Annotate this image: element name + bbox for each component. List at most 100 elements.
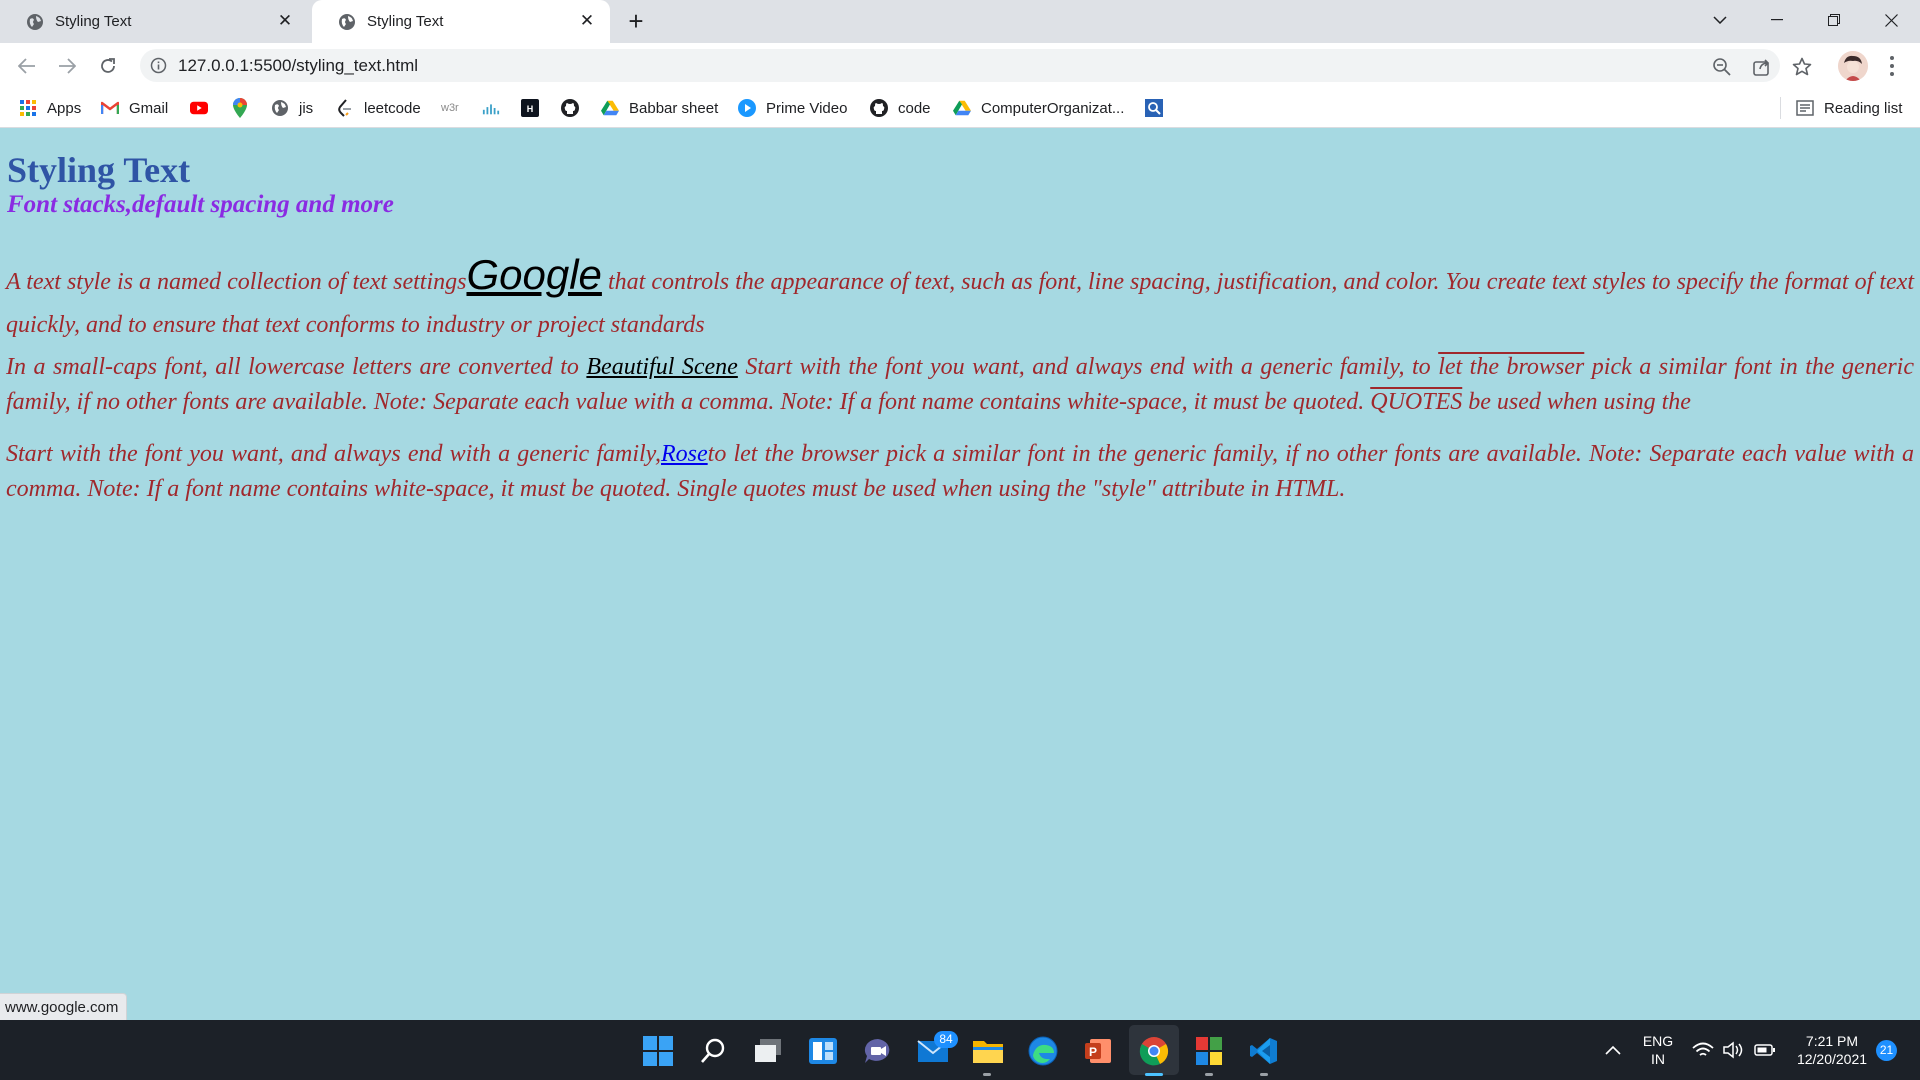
powerpoint-icon[interactable]: P — [1081, 1034, 1115, 1068]
clock-time: 7:21 PM — [1805, 1033, 1859, 1049]
bookmark-label: Babbar sheet — [629, 99, 719, 117]
vscode-icon[interactable] — [1247, 1034, 1281, 1068]
bookmarks-bar: Apps Gmail jis leetcode w3r H Babbar she… — [0, 88, 1920, 128]
paragraph-1: A text style is a named collection of te… — [6, 253, 1914, 347]
gmail-icon — [101, 99, 119, 117]
profile-avatar[interactable] — [1838, 51, 1868, 81]
google-link[interactable]: Google — [466, 251, 601, 298]
restore-button[interactable] — [1806, 0, 1862, 40]
bookmark-code[interactable]: code — [870, 96, 931, 120]
quotes-text: QUOTES — [1370, 389, 1463, 415]
reading-list-icon — [1796, 99, 1814, 117]
office-apps-icon[interactable] — [1192, 1034, 1226, 1068]
bookmark-search[interactable] — [1145, 96, 1173, 120]
back-arrow-icon[interactable] — [12, 51, 42, 81]
paragraph-text: In a small-caps font, all lowercase lett… — [6, 354, 587, 380]
link-status-bubble: www.google.com — [0, 993, 128, 1022]
paragraph-2: In a small-caps font, all lowercase lett… — [6, 350, 1914, 420]
site-info-icon[interactable] — [150, 57, 167, 74]
minimize-button[interactable] — [1749, 0, 1805, 40]
url-text: 127.0.0.1:5500/styling_text.html — [178, 56, 419, 75]
apps-grid-icon — [19, 99, 37, 117]
search-icon[interactable] — [696, 1034, 730, 1068]
close-tab-icon[interactable]: ✕ — [276, 11, 294, 30]
bookmark-gmail[interactable]: Gmail — [101, 96, 168, 120]
address-bar[interactable]: 127.0.0.1:5500/styling_text.html — [140, 49, 1812, 82]
prime-video-icon — [738, 99, 756, 117]
maps-pin-icon — [231, 98, 249, 118]
teams-chat-icon[interactable] — [861, 1034, 895, 1068]
close-tab-icon[interactable]: ✕ — [578, 11, 596, 30]
more-options-icon[interactable] — [1885, 53, 1899, 79]
tab-styling-text-1[interactable]: Styling Text ✕ — [0, 0, 308, 43]
bookmark-youtube[interactable] — [190, 96, 218, 120]
paragraph-text: A text style is a named collection of te… — [6, 269, 467, 295]
browser-toolbar: 127.0.0.1:5500/styling_text.html — [0, 43, 1920, 88]
bookmark-github[interactable] — [561, 96, 589, 120]
beautiful-scene-link[interactable]: Beautiful Scene — [586, 354, 737, 380]
bookmark-label: jis — [299, 99, 314, 117]
bookmark-maps[interactable] — [231, 96, 259, 120]
widgets-icon[interactable] — [806, 1034, 840, 1068]
mail-unread-badge: 84 — [934, 1031, 958, 1048]
volume-icon[interactable] — [1719, 1035, 1749, 1065]
show-hidden-icons-chevron-icon[interactable] — [1598, 1035, 1628, 1065]
clock-date: 12/20/2021 — [1796, 1051, 1868, 1067]
hackerrank-icon: H — [521, 99, 539, 117]
svg-text:H: H — [527, 104, 534, 114]
bookmark-computer-organization[interactable]: ComputerOrganizat... — [953, 96, 1124, 120]
wifi-icon[interactable] — [1688, 1035, 1718, 1065]
notification-count-badge[interactable]: 21 — [1876, 1040, 1897, 1061]
bookmark-jis[interactable]: jis — [271, 96, 313, 120]
reading-list-label: Reading list — [1824, 99, 1903, 117]
bookmark-chart[interactable] — [482, 96, 510, 120]
paragraph-text: Start with the font you want, and always… — [6, 441, 662, 467]
tab-search-chevron-icon[interactable] — [1692, 0, 1748, 40]
file-explorer-icon[interactable] — [971, 1034, 1005, 1068]
start-icon[interactable] — [641, 1034, 675, 1068]
bookmark-label: Gmail — [129, 99, 169, 117]
bookmark-apps[interactable]: Apps — [19, 96, 81, 120]
search-box-icon — [1145, 99, 1163, 117]
language-indicator[interactable]: ENG IN — [1638, 1032, 1678, 1068]
new-tab-button[interactable]: + — [623, 8, 649, 35]
chrome-icon[interactable] — [1137, 1034, 1171, 1068]
active-indicator — [1145, 1073, 1163, 1076]
globe-icon — [339, 13, 355, 30]
running-indicator — [983, 1073, 991, 1076]
reading-list-button[interactable]: Reading list — [1796, 96, 1902, 120]
region-code: IN — [1651, 1051, 1665, 1067]
bookmark-prime-video[interactable]: Prime Video — [738, 96, 847, 120]
youtube-icon — [190, 99, 208, 117]
forward-arrow-icon[interactable] — [52, 51, 82, 81]
bookmark-leetcode[interactable]: leetcode — [336, 96, 421, 120]
google-drive-icon — [953, 99, 971, 117]
page-title: Styling Text — [7, 150, 191, 190]
bookmark-babbar-sheet[interactable]: Babbar sheet — [601, 96, 718, 120]
bookmark-w3r[interactable]: w3r — [441, 96, 459, 120]
windows-taskbar: 84 P ENG IN 7:21 PM 12/20/2021 21 — [0, 1020, 1920, 1080]
paragraph-text: be used when using the — [1462, 389, 1691, 415]
zoom-icon[interactable] — [1712, 57, 1732, 77]
w3r-icon: w3r — [441, 102, 459, 114]
clock[interactable]: 7:21 PM 12/20/2021 — [1782, 1032, 1882, 1068]
bookmark-star-icon[interactable] — [1792, 57, 1812, 77]
leetcode-icon — [336, 99, 354, 117]
bookmark-label: leetcode — [364, 99, 421, 117]
bookmark-label: ComputerOrganizat... — [981, 99, 1125, 117]
battery-icon[interactable] — [1750, 1035, 1780, 1065]
close-window-button[interactable] — [1863, 0, 1919, 40]
running-indicator — [1260, 1073, 1268, 1076]
share-icon[interactable] — [1752, 57, 1772, 77]
rose-link[interactable]: Rose — [661, 441, 708, 467]
tab-styling-text-2[interactable]: Styling Text ✕ — [312, 0, 610, 43]
running-indicator — [1205, 1073, 1213, 1076]
github-icon — [870, 99, 888, 117]
bookmark-hackerrank[interactable]: H — [521, 96, 549, 120]
task-view-icon[interactable] — [751, 1034, 785, 1068]
bookmark-label: code — [898, 99, 931, 117]
google-drive-icon — [601, 99, 619, 117]
reload-icon[interactable] — [93, 51, 123, 81]
globe-icon — [271, 99, 289, 117]
edge-browser-icon[interactable] — [1026, 1034, 1060, 1068]
